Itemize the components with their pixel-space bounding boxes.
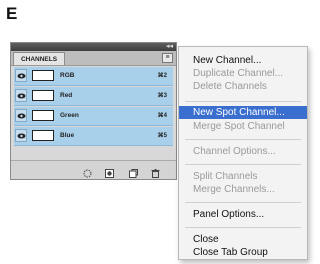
channel-row-red[interactable]: Red ⌘3 — [14, 87, 173, 106]
menu-separator — [185, 227, 301, 228]
figure-label: E — [6, 4, 18, 23]
collapse-icon[interactable]: ◂◂ — [166, 43, 173, 51]
tab-label: CHANNELS — [20, 56, 58, 63]
save-selection-icon[interactable] — [105, 165, 114, 178]
panel-tab-strip: CHANNELS ≡ — [11, 51, 176, 66]
channel-shortcut: ⌘2 — [157, 73, 167, 79]
load-selection-icon[interactable] — [83, 165, 92, 178]
panel-titlebar: ◂◂ — [11, 43, 176, 51]
channel-row-rgb[interactable]: RGB ⌘2 — [14, 67, 173, 86]
channel-list: RGB ⌘2 Red ⌘3 Green ⌘4 Blue ⌘5 — [14, 67, 173, 147]
new-channel-icon[interactable] — [129, 165, 138, 178]
menu-item-merge-channels[interactable]: Merge Channels... — [179, 183, 307, 196]
visibility-eye-icon[interactable] — [15, 69, 27, 82]
channel-thumbnail — [32, 130, 54, 141]
visibility-eye-icon[interactable] — [15, 109, 27, 122]
menu-separator — [185, 202, 301, 203]
menu-item-duplicate-channel[interactable]: Duplicate Channel... — [179, 67, 307, 80]
menu-item-new-channel[interactable]: New Channel... — [179, 54, 307, 67]
visibility-eye-icon[interactable] — [15, 89, 27, 102]
menu-item-split-channels[interactable]: Split Channels — [179, 170, 307, 183]
menu-item-channel-options[interactable]: Channel Options... — [179, 145, 307, 158]
visibility-eye-icon[interactable] — [15, 129, 27, 142]
menu-item-merge-spot-channel[interactable]: Merge Spot Channel — [179, 120, 307, 133]
channel-shortcut: ⌘5 — [157, 133, 167, 139]
menu-item-delete-channels[interactable]: Delete Channels — [179, 80, 307, 93]
channel-shortcut: ⌘4 — [157, 113, 167, 119]
channel-row-green[interactable]: Green ⌘4 — [14, 107, 173, 126]
menu-item-close-tab-group[interactable]: Close Tab Group — [179, 246, 307, 259]
channel-name: Blue — [60, 132, 75, 139]
menu-separator — [185, 101, 301, 102]
menu-item-new-spot-channel[interactable]: New Spot Channel... — [179, 106, 307, 119]
menu-item-close[interactable]: Close — [179, 233, 307, 246]
channel-thumbnail — [32, 90, 54, 101]
channel-thumbnail — [32, 70, 54, 81]
channel-name: Red — [60, 92, 73, 99]
panel-footer — [11, 160, 176, 179]
channel-thumbnail — [32, 110, 54, 121]
menu-item-panel-options[interactable]: Panel Options... — [179, 208, 307, 221]
trash-icon[interactable] — [151, 165, 160, 178]
channels-panel: ◂◂ CHANNELS ≡ RGB ⌘2 Red ⌘3 Green ⌘4 Blu… — [10, 42, 177, 180]
menu-separator — [185, 139, 301, 140]
menu-separator — [185, 164, 301, 165]
channel-shortcut: ⌘3 — [157, 93, 167, 99]
panel-menu-button[interactable]: ≡ — [162, 53, 173, 63]
channel-name: Green — [60, 112, 79, 119]
tab-channels[interactable]: CHANNELS — [13, 52, 65, 65]
channel-row-blue[interactable]: Blue ⌘5 — [14, 127, 173, 146]
channel-name: RGB — [60, 72, 75, 79]
channels-flyout-menu: New Channel... Duplicate Channel... Dele… — [178, 46, 308, 260]
